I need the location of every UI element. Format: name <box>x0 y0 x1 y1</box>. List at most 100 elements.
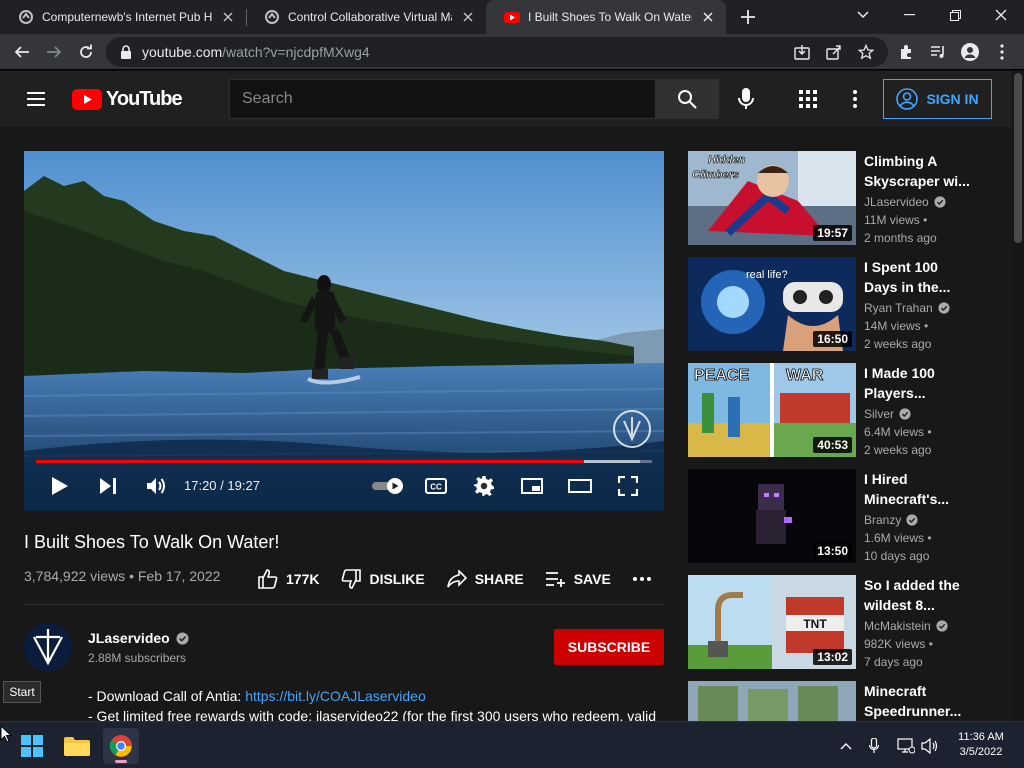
video-actions: 177K DISLIKE SHARE SAVE <box>258 567 681 591</box>
recommended-age: 10 days ago <box>864 549 930 563</box>
recommended-channel[interactable]: Silver <box>864 407 911 421</box>
theater-mode-button[interactable] <box>568 474 592 498</box>
search-icon <box>678 90 697 109</box>
recommended-channel[interactable]: McMakistein <box>864 619 948 633</box>
fullscreen-button[interactable] <box>616 474 640 498</box>
save-button[interactable]: SAVE <box>545 571 611 587</box>
bookmark-star-icon[interactable] <box>858 44 874 60</box>
search-placeholder: Search <box>242 90 293 107</box>
recommended-title[interactable]: I Hired Minecraft's... <box>864 469 974 509</box>
thumbs-down-icon <box>342 569 362 589</box>
recommended-title[interactable]: I Made 100 Players... <box>864 363 974 403</box>
tab-search-button[interactable] <box>840 0 886 30</box>
forward-button[interactable] <box>40 38 68 66</box>
tab-close-icon[interactable] <box>460 9 476 25</box>
recommended-video[interactable]: TNT 13:02 So I added the wildest 8... McM… <box>688 575 988 669</box>
recommended-video[interactable]: real life? 16:50 I Spent 100 Days in the.… <box>688 257 988 351</box>
tab-close-icon[interactable] <box>700 9 716 25</box>
chrome-menu-button[interactable] <box>988 38 1016 66</box>
clock-time: 11:36 AM <box>958 731 1004 743</box>
dislike-button[interactable]: DISLIKE <box>341 569 425 589</box>
description-line-2: - Get limited free rewards with code: jl… <box>88 708 657 721</box>
channel-name[interactable]: JLaservideo <box>88 630 189 646</box>
scrollbar-thumb[interactable] <box>1014 73 1022 243</box>
subscribe-button[interactable]: SUBSCRIBE <box>554 629 664 665</box>
sign-in-button[interactable]: SIGN IN <box>883 79 992 119</box>
autoplay-toggle[interactable] <box>370 474 406 498</box>
file-explorer-button[interactable] <box>59 728 95 764</box>
share-button[interactable]: SHARE <box>446 570 524 588</box>
recommended-channel[interactable]: JLaservideo <box>864 195 946 209</box>
tab-close-icon[interactable] <box>220 9 236 25</box>
subtitles-button[interactable]: CC <box>424 474 448 498</box>
minimize-button[interactable] <box>886 0 932 30</box>
volume-tray-button[interactable] <box>920 736 940 756</box>
video-player[interactable]: 17:20 / 19:27 CC <box>24 151 664 511</box>
voice-search-button[interactable] <box>730 83 762 115</box>
recommended-title[interactable]: So I added the wildest 8... <box>864 575 974 615</box>
network-button[interactable] <box>896 736 916 756</box>
system-clock[interactable]: 11:36 AM 3/5/2022 <box>948 730 1014 760</box>
share-page-icon[interactable] <box>826 44 842 60</box>
profile-button[interactable] <box>956 38 984 66</box>
show-hidden-icons-button[interactable] <box>836 736 856 756</box>
guide-menu-button[interactable] <box>24 87 48 111</box>
install-app-icon[interactable] <box>794 44 810 60</box>
browser-tab-2[interactable]: Control Collaborative Virtual Mac <box>246 0 486 34</box>
recommended-title[interactable]: Minecraft Speedrunner... <box>864 681 974 721</box>
next-button[interactable] <box>96 474 120 498</box>
media-controls-button[interactable] <box>924 38 952 66</box>
settings-button[interactable] <box>472 474 496 498</box>
address-bar[interactable]: youtube.com/watch?v=njcdpfMXwg4 <box>106 37 888 67</box>
recommended-video[interactable]: Hidden Climbers 19:57 Climbing A Skyscrape… <box>688 151 988 245</box>
youtube-logo[interactable]: YouTube <box>72 88 183 111</box>
channel-watermark-icon[interactable] <box>612 409 652 449</box>
video-thumbnail[interactable]: 13:50 <box>688 469 856 563</box>
restore-button[interactable] <box>932 0 978 30</box>
video-thumbnail[interactable]: TNT 13:02 <box>688 575 856 669</box>
microphone-tray-button[interactable] <box>864 736 884 756</box>
browser-tab-1[interactable]: Computernewb's Internet Pub H <box>0 0 246 34</box>
browser-tab-active[interactable]: I Built Shoes To Walk On Water! <box>486 0 726 34</box>
like-button[interactable]: 177K <box>258 569 319 589</box>
back-button[interactable] <box>8 38 36 66</box>
video-title: I Built Shoes To Walk On Water! <box>24 532 280 552</box>
recommended-title[interactable]: Climbing A Skyscraper wi... <box>864 151 974 191</box>
search-input[interactable]: Search <box>229 79 656 119</box>
description-link[interactable]: https://bit.ly/COAJLaservideo <box>245 688 426 704</box>
miniplayer-button[interactable] <box>520 474 544 498</box>
youtube-logo-text: YouTube <box>106 88 183 110</box>
more-actions-button[interactable] <box>632 577 659 581</box>
page-scrollbar[interactable] <box>1012 71 1024 721</box>
recommended-views: 982K views • <box>864 637 933 651</box>
recommended-views: 14M views • <box>864 319 929 333</box>
recommended-title[interactable]: I Spent 100 Days in the... <box>864 257 974 297</box>
new-tab-button[interactable] <box>736 5 760 29</box>
video-thumbnail[interactable]: real life? 16:50 <box>688 257 856 351</box>
recommended-video[interactable]: Minecraft Speedrunner... <box>688 681 988 721</box>
play-button[interactable] <box>48 474 72 498</box>
video-thumbnail[interactable]: PEACE WAR 40:53 <box>688 363 856 457</box>
skip-next-icon <box>100 478 116 494</box>
start-button[interactable] <box>14 728 50 764</box>
recommended-video[interactable]: PEACE WAR 40:53 I Made 100 Players... Silv… <box>688 363 988 457</box>
verified-badge-icon <box>906 514 918 526</box>
divider <box>24 604 664 605</box>
video-thumbnail[interactable]: Hidden Climbers 19:57 <box>688 151 856 245</box>
chrome-taskbar-button[interactable] <box>103 728 139 764</box>
windows-taskbar: 11:36 AM 3/5/2022 <box>0 721 1024 768</box>
video-thumbnail[interactable] <box>688 681 856 721</box>
mute-button[interactable] <box>144 474 168 498</box>
search-button[interactable] <box>655 79 719 119</box>
recommended-video[interactable]: 13:50 I Hired Minecraft's... Branzy 1.6M … <box>688 469 988 563</box>
play-icon <box>52 477 68 495</box>
apps-button[interactable] <box>796 87 820 111</box>
recommended-channel[interactable]: Ryan Trahan <box>864 301 950 315</box>
extensions-button[interactable] <box>892 38 920 66</box>
channel-avatar[interactable] <box>24 623 72 671</box>
recommended-channel[interactable]: Branzy <box>864 513 918 527</box>
account-icon <box>896 88 919 110</box>
close-window-button[interactable] <box>978 0 1024 30</box>
settings-menu-button[interactable] <box>843 87 867 111</box>
reload-button[interactable] <box>72 38 100 66</box>
